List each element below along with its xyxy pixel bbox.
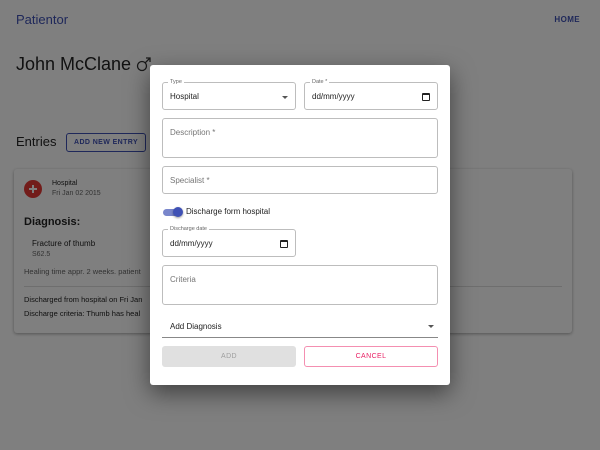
description-field[interactable]: Description * <box>162 118 438 158</box>
date-input[interactable]: Date * dd/mm/yyyy <box>304 79 438 110</box>
date-value: dd/mm/yyyy <box>312 92 355 101</box>
description-placeholder: Description * <box>170 128 216 137</box>
chevron-down-icon <box>282 96 288 99</box>
discharge-toggle[interactable] <box>162 207 183 217</box>
add-button[interactable]: ADD <box>162 346 296 367</box>
type-label: Type <box>168 79 184 86</box>
discharge-date-value: dd/mm/yyyy <box>170 239 213 248</box>
add-entry-dialog: Type Hospital Date * dd/mm/yyyy Descript… <box>150 65 450 385</box>
type-select[interactable]: Type Hospital <box>162 79 296 110</box>
discharge-date-label: Discharge date <box>168 226 209 233</box>
specialist-field[interactable]: Specialist * <box>162 166 438 194</box>
criteria-field[interactable]: Criteria <box>162 265 438 305</box>
add-diagnosis-select[interactable]: Add Diagnosis <box>162 316 438 338</box>
add-diagnosis-placeholder: Add Diagnosis <box>170 322 222 331</box>
chevron-down-icon <box>428 325 434 328</box>
toggle-thumb <box>173 207 183 217</box>
criteria-placeholder: Criteria <box>170 275 196 284</box>
date-label: Date * <box>310 79 330 86</box>
calendar-icon[interactable] <box>280 240 288 248</box>
type-value: Hospital <box>170 92 199 101</box>
calendar-icon[interactable] <box>422 93 430 101</box>
discharge-date-input[interactable]: Discharge date dd/mm/yyyy <box>162 226 296 257</box>
discharge-toggle-label[interactable]: Discharge form hospital <box>186 207 270 216</box>
specialist-placeholder: Specialist * <box>170 176 210 185</box>
cancel-button[interactable]: CANCEL <box>304 346 438 367</box>
